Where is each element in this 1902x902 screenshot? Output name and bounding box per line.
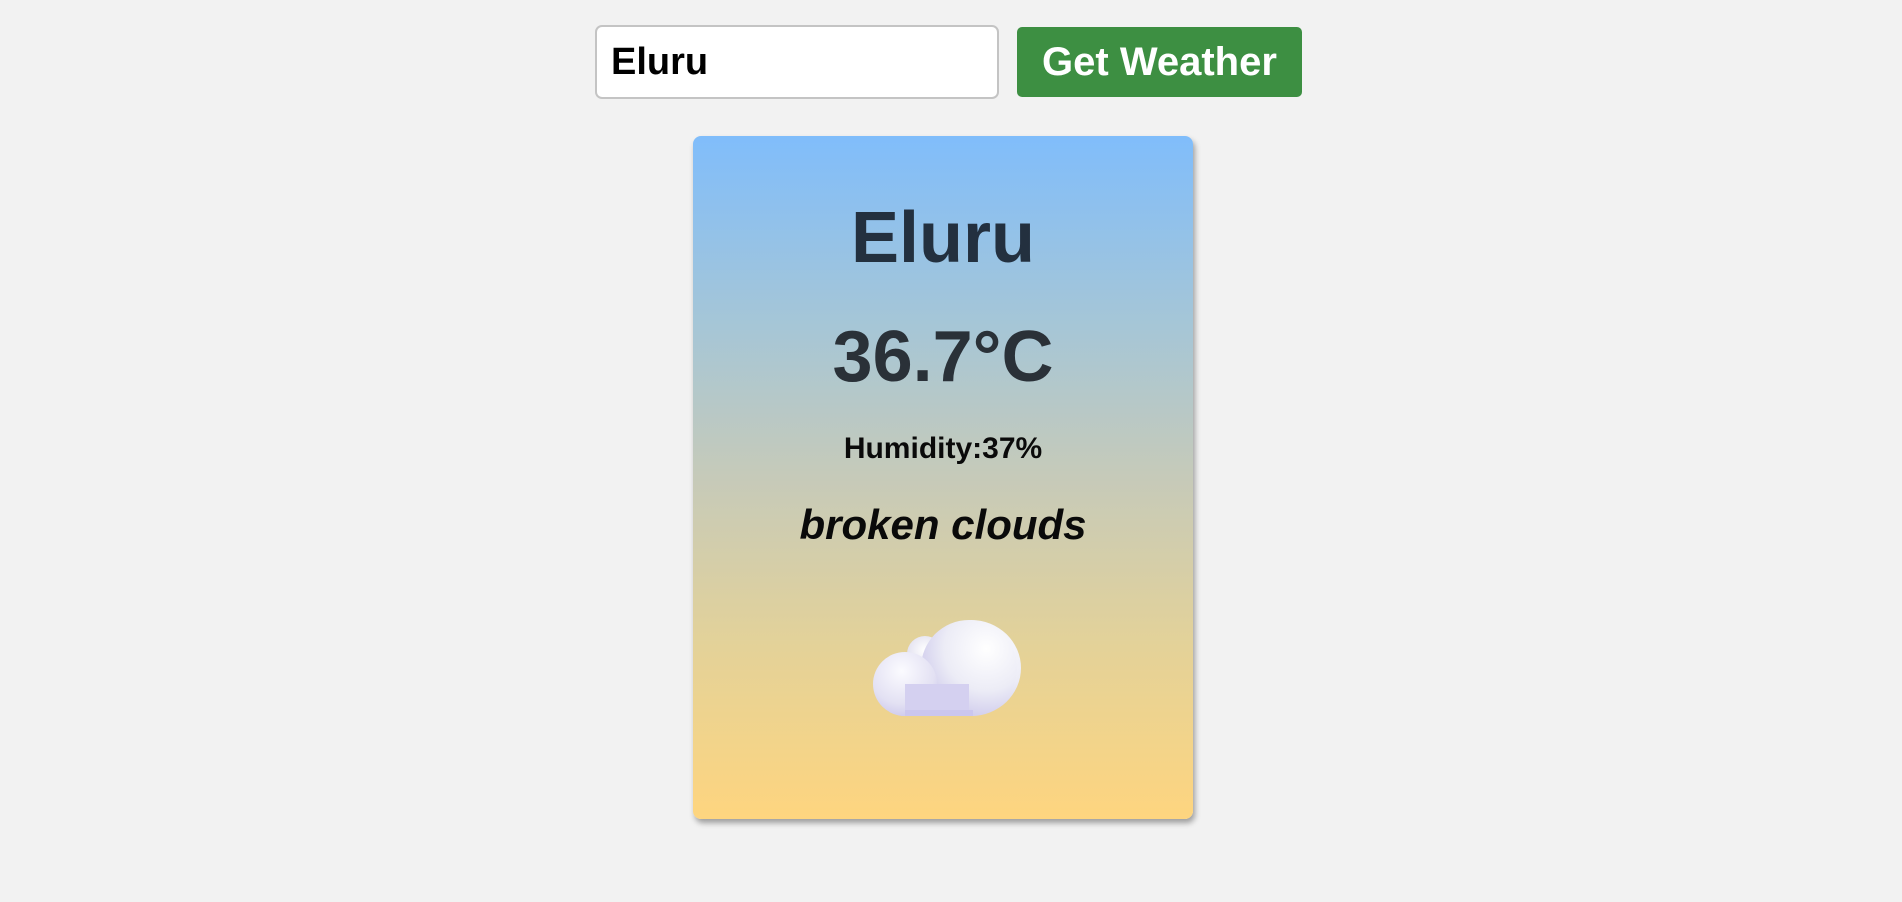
humidity: Humidity:37% [843,432,1043,465]
temperature: 36.7°C [832,317,1054,397]
weather-card: Eluru 36.7°C Humidity:37% broken clouds [693,136,1193,819]
city-input[interactable] [595,25,999,99]
search-bar: Get Weather [595,25,1302,99]
get-weather-button[interactable]: Get Weather [1017,27,1302,97]
weather-description: broken clouds [799,501,1087,548]
broken-clouds-icon [873,620,1021,716]
city-name: Eluru [850,198,1035,278]
